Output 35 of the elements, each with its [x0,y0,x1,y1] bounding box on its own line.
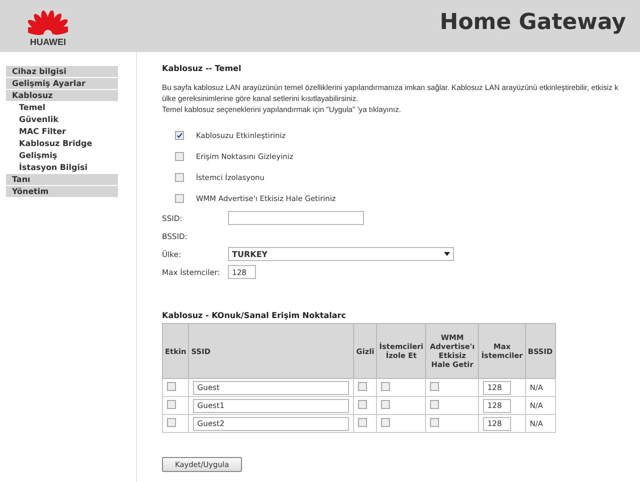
sidebar-subitem[interactable]: Temel [6,102,46,113]
sidebar-subitem[interactable]: MAC Filter [6,126,66,137]
checkbox[interactable] [358,400,368,409]
checkbox[interactable] [175,152,184,161]
checkbox[interactable] [381,418,390,427]
checkbox[interactable] [430,382,440,391]
brand-name: HUAWEI [30,36,66,46]
section-title: Kablosuz -- Temel [162,64,242,73]
sidebar-item[interactable]: Cihaz bilgisi [6,66,118,77]
dropdown-arrow-icon [444,252,450,256]
checkbox[interactable] [358,382,368,391]
sidebar-subitem[interactable]: Gelişmiş [6,150,58,161]
page-title: Home Gateway [440,10,626,34]
sidebar-item[interactable]: Tanı [6,174,118,185]
sidebar-item[interactable]: Kablosuz [6,90,118,101]
sidebar-subitem[interactable]: Güvenlik [6,114,58,125]
checkbox[interactable] [381,382,390,391]
flower-logo-icon [28,10,68,36]
checkbox[interactable] [167,400,176,409]
checkbox[interactable] [381,400,390,409]
checkbox[interactable] [167,418,176,427]
checkbox[interactable] [430,418,440,427]
country-dropdown[interactable]: TURKEY [228,247,454,261]
checkbox[interactable] [175,131,184,140]
sidebar-item[interactable]: Yönetim [6,186,118,197]
checkbox[interactable] [175,194,184,203]
checkbox[interactable] [175,173,184,182]
checkbox[interactable] [167,382,176,391]
sidebar-item[interactable]: Gelişmiş Ayarlar [6,78,118,89]
sidebar-subitem[interactable]: Kablosuz Bridge [6,138,92,149]
sidebar-subitem[interactable]: İstasyon Bilgisi [6,162,88,173]
table-title: Kablosuz - KOnuk/Sanal Erişim Noktalarc [162,311,347,320]
input-field[interactable] [228,211,364,225]
checkbox[interactable] [358,418,368,427]
checkbox[interactable] [430,400,440,409]
